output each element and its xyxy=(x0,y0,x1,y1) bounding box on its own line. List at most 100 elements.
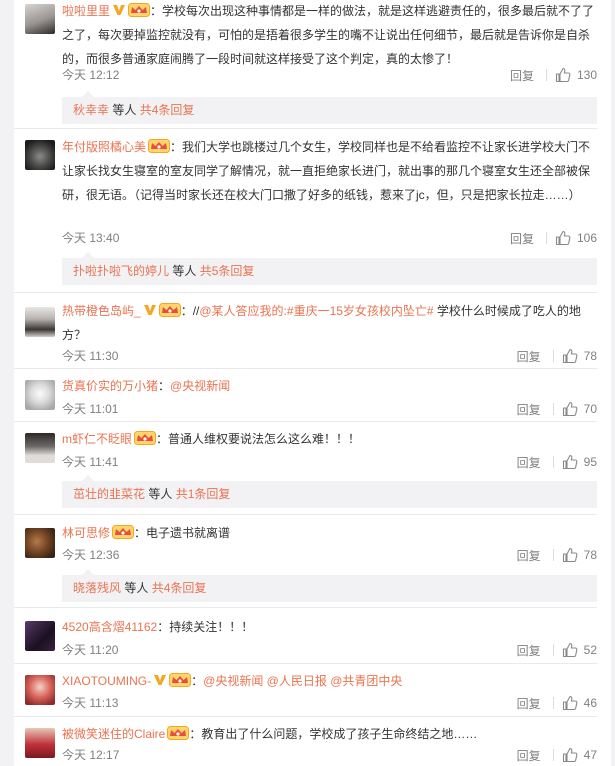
mention-link[interactable]: @央视新闻 xyxy=(203,674,263,688)
avatar[interactable] xyxy=(25,433,55,463)
sub-reply-count[interactable]: 共5条回复 xyxy=(200,264,255,278)
comment-time: 今天 12:36 xyxy=(62,548,120,562)
like-count: 70 xyxy=(583,402,597,416)
username[interactable]: 热带橙色岛屿_ xyxy=(62,304,141,318)
username[interactable]: m虾仁不眨眼 xyxy=(62,432,132,446)
comment-text: 货真价实的万小猪：@央视新闻 xyxy=(62,374,597,398)
member-crown-icon[interactable] xyxy=(148,139,170,153)
member-crown-icon[interactable] xyxy=(167,726,189,740)
reply-button[interactable]: 回复 xyxy=(517,547,541,564)
like-count: 46 xyxy=(583,696,597,710)
reply-button[interactable]: 回复 xyxy=(517,348,541,365)
comment-item: 热带橙色岛屿_ ：//@某人答应我的:#重庆一15岁女孩校内坠亡# 学校什么时候成… xyxy=(14,293,611,368)
reply-button[interactable]: 回复 xyxy=(517,747,541,764)
avatar[interactable] xyxy=(25,728,55,758)
like-count: 52 xyxy=(583,643,597,657)
avatar[interactable] xyxy=(25,4,55,34)
like-thumb-icon[interactable] xyxy=(562,642,578,658)
comment-time: 今天 11:01 xyxy=(62,402,119,416)
member-crown-icon[interactable] xyxy=(128,3,150,17)
comment-text: 被微笑迷住的Claire ：教育出了什么问题，学校成了孩子生命终结之地…… xyxy=(62,722,597,746)
sub-reply-mid: 等人 xyxy=(145,487,176,501)
avatar[interactable] xyxy=(25,380,55,410)
comment-text: 年付版照橘心美 ：我们大学也跳楼过几个女生，学校同样也是不给看监控不让家长进学校大… xyxy=(62,135,597,207)
reply-button[interactable]: 回复 xyxy=(517,454,541,471)
comment-time: 今天 12:12 xyxy=(62,68,120,82)
username[interactable]: 年付版照橘心美 xyxy=(62,140,146,154)
comment-time: 今天 11:13 xyxy=(62,696,119,710)
sub-reply-user[interactable]: 扑啦扑啦飞的婷儿 xyxy=(73,264,169,278)
comment-item: 年付版照橘心美 ：我们大学也跳楼过几个女生，学校同样也是不给看监控不让家长进学校大… xyxy=(14,129,611,291)
avatar[interactable] xyxy=(25,675,55,705)
comment-prefix: ： xyxy=(158,379,171,393)
comment-body: ：电子遗书就离谱 xyxy=(134,526,231,540)
sub-reply-mid: 等人 xyxy=(169,264,200,278)
sub-reply-user[interactable]: 秋幸幸 xyxy=(73,103,109,117)
divider xyxy=(552,749,554,761)
like-thumb-icon[interactable] xyxy=(562,695,578,711)
username[interactable]: 啦啦里里 xyxy=(62,4,110,18)
avatar[interactable] xyxy=(25,140,55,170)
like-count: 130 xyxy=(576,68,597,82)
like-thumb-icon[interactable] xyxy=(562,348,578,364)
divider xyxy=(552,697,554,709)
member-crown-icon[interactable] xyxy=(159,303,181,317)
sub-replies-bar[interactable]: 扑啦扑啦飞的婷儿 等人 共5条回复 xyxy=(62,252,597,285)
sub-reply-user[interactable]: 晓落残风 xyxy=(73,581,121,595)
member-crown-icon[interactable] xyxy=(134,431,156,445)
sub-reply-count[interactable]: 共4条回复 xyxy=(140,103,195,117)
sub-reply-count[interactable]: 共4条回复 xyxy=(152,581,207,595)
comment-text: 热带橙色岛屿_ ：//@某人答应我的:#重庆一15岁女孩校内坠亡# 学校什么时候成… xyxy=(62,299,597,347)
left-page-margin xyxy=(0,0,14,766)
avatar[interactable] xyxy=(25,307,55,337)
comment-body: ：持续关注！！！ xyxy=(157,620,254,634)
reply-button[interactable]: 回复 xyxy=(517,695,541,712)
like-thumb-icon[interactable] xyxy=(562,547,578,563)
divider xyxy=(552,350,554,362)
username[interactable]: 货真价实的万小猪 xyxy=(62,379,158,393)
mention-link[interactable]: @某人答应我的 xyxy=(199,304,283,318)
username[interactable]: 林可思修 xyxy=(62,526,110,540)
like-count: 95 xyxy=(583,455,597,469)
comment-time: 今天 13:40 xyxy=(62,231,120,245)
like-thumb-icon[interactable] xyxy=(562,401,578,417)
divider xyxy=(552,644,554,656)
mention-link[interactable]: @人民日报 xyxy=(267,674,327,688)
reply-button[interactable]: 回复 xyxy=(510,230,534,247)
comment-item: XIAOTOUMING- ：@央视新闻 @人民日报 @共青团中央 今天 11:13… xyxy=(14,664,611,716)
comment-time: 今天 11:41 xyxy=(62,455,119,469)
username[interactable]: 被微笑迷住的Claire xyxy=(62,727,165,741)
comment-text: 林可思修 ：电子遗书就离谱 xyxy=(62,521,597,545)
sub-replies-bar[interactable]: 秋幸幸 等人 共4条回复 xyxy=(62,91,597,124)
avatar[interactable] xyxy=(25,528,55,558)
comment-item: 货真价实的万小猪：@央视新闻 今天 11:01 回复 70 xyxy=(14,369,611,421)
topic-hashtag-link[interactable]: #重庆一15岁女孩校内坠亡# xyxy=(287,304,434,318)
sub-replies-bar[interactable]: 晓落残风 等人 共4条回复 xyxy=(62,569,597,602)
mention-link[interactable]: @央视新闻 xyxy=(170,379,230,393)
comment-time: 今天 11:30 xyxy=(62,349,119,363)
sub-replies-bar[interactable]: 茁壮的韭菜花 等人 共1条回复 xyxy=(62,475,597,508)
like-thumb-icon[interactable] xyxy=(562,454,578,470)
like-thumb-icon[interactable] xyxy=(555,230,571,246)
like-thumb-icon[interactable] xyxy=(562,747,578,763)
sub-reply-count[interactable]: 共1条回复 xyxy=(176,487,231,501)
like-thumb-icon[interactable] xyxy=(555,67,571,83)
avatar[interactable] xyxy=(25,621,55,651)
comment-item: 啦啦里里 ：学校每次出现这种事情都是一样的做法，就是这样逃避责任的，很多最后就不了… xyxy=(14,0,611,128)
member-crown-icon[interactable] xyxy=(112,525,134,539)
username[interactable]: 4520高含熠41162 xyxy=(62,620,157,634)
mention-link[interactable]: @共青团中央 xyxy=(330,674,402,688)
sub-reply-mid: 等人 xyxy=(121,581,152,595)
reply-button[interactable]: 回复 xyxy=(517,401,541,418)
comment-prefix: ：// xyxy=(180,304,200,318)
member-crown-icon[interactable] xyxy=(169,673,191,687)
comment-time: 今天 12:17 xyxy=(62,748,120,762)
divider xyxy=(552,403,554,415)
username[interactable]: XIAOTOUMING- xyxy=(62,674,151,688)
sub-reply-user[interactable]: 茁壮的韭菜花 xyxy=(73,487,145,501)
comment-text: 啦啦里里 ：学校每次出现这种事情都是一样的做法，就是这样逃避责任的，很多最后就不了… xyxy=(62,0,597,71)
reply-button[interactable]: 回复 xyxy=(510,67,534,84)
divider xyxy=(545,232,547,244)
reply-button[interactable]: 回复 xyxy=(517,642,541,659)
comment-text: m虾仁不眨眼 ：普通人维权要说法怎么这么难！！！ xyxy=(62,427,597,451)
